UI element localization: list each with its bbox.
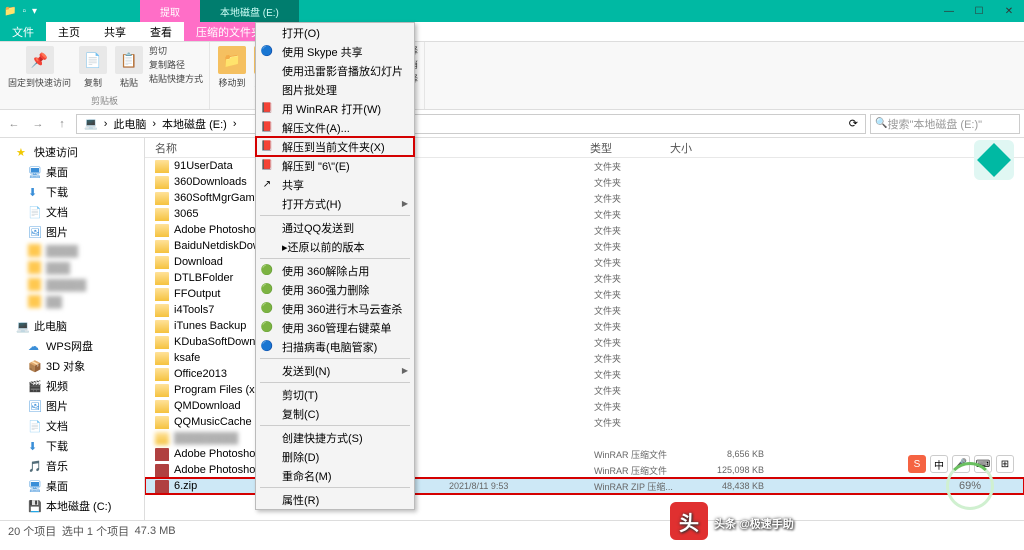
sidebar-documents[interactable]: 📄文档 — [0, 202, 144, 222]
menu-item[interactable]: 图片批处理 — [256, 80, 414, 99]
sidebar-dl2[interactable]: ⬇下载 — [0, 436, 144, 456]
menu-item[interactable]: 🟢使用 360管理右键菜单 — [256, 318, 414, 337]
nav-sidebar: ★快速访问 🖥桌面 ⬇下载 📄文档 🖼图片 ▓▓▓▓ ▓▓▓ ▓▓▓▓▓ ▓▓ … — [0, 138, 145, 520]
menu-item[interactable]: ↗共享 — [256, 175, 414, 194]
search-input[interactable]: 🔍 搜索"本地磁盘 (E:)" — [870, 114, 1020, 134]
sidebar-blurred-2[interactable]: ▓▓▓ — [0, 259, 144, 276]
cut-button[interactable]: 剪切 — [149, 44, 203, 57]
sidebar-pics2[interactable]: 🖼图片 — [0, 396, 144, 416]
sidebar-blurred-1[interactable]: ▓▓▓▓ — [0, 242, 144, 259]
window-title: 本地磁盘 (E:) — [200, 0, 299, 22]
maximize-button[interactable]: ☐ — [964, 0, 994, 22]
sidebar-quick-access[interactable]: ★快速访问 — [0, 142, 144, 162]
copy-button[interactable]: 📄复制 — [77, 44, 109, 91]
menu-item[interactable]: 删除(D) — [256, 447, 414, 466]
back-button[interactable]: ← — [4, 114, 24, 134]
menu-tabs: 文件 主页 共享 查看 压缩的文件夹工具 — [0, 22, 1024, 42]
menu-item[interactable]: 打开(O) — [256, 23, 414, 42]
pastelink-button[interactable]: 粘贴快捷方式 — [149, 72, 203, 85]
breadcrumb[interactable]: 💻 › 此电脑 › 本地磁盘 (E:) › ⟳ — [76, 114, 866, 134]
save-icon[interactable]: ▫ — [22, 6, 26, 17]
sidebar-3d[interactable]: 📦3D 对象 — [0, 356, 144, 376]
pc-icon: 💻 — [81, 117, 101, 130]
ime-s-icon[interactable]: S — [908, 455, 926, 473]
address-bar: ← → ↑ 💻 › 此电脑 › 本地磁盘 (E:) › ⟳ 🔍 搜索"本地磁盘 … — [0, 110, 1024, 138]
tab-file[interactable]: 文件 — [0, 22, 46, 41]
menu-item[interactable]: 📕解压文件(A)... — [256, 118, 414, 137]
watermark: 头头条 @极速手助 — [670, 502, 794, 540]
close-button[interactable]: ✕ — [994, 0, 1024, 22]
copypath-button[interactable]: 复制路径 — [149, 58, 203, 71]
up-button[interactable]: ↑ — [52, 114, 72, 134]
menu-item[interactable]: 创建快捷方式(S) — [256, 428, 414, 447]
minimize-button[interactable]: — — [934, 0, 964, 22]
sidebar-blurred-4[interactable]: ▓▓ — [0, 293, 144, 310]
menu-item[interactable]: 🟢使用 360强力删除 — [256, 280, 414, 299]
status-bar: 20 个项目 选中 1 个项目 47.3 MB — [0, 520, 1024, 540]
menu-item[interactable]: 发送到(N)▶ — [256, 361, 414, 380]
menu-item[interactable]: 剪切(T) — [256, 385, 414, 404]
forward-button[interactable]: → — [28, 114, 48, 134]
menu-item[interactable]: 🔵使用 Skype 共享 — [256, 42, 414, 61]
paste-button[interactable]: 📋粘贴 — [113, 44, 145, 91]
contextual-tab-extract[interactable]: 提取 — [140, 0, 200, 22]
ime-cn-icon[interactable]: 中 — [930, 455, 948, 473]
sidebar-blurred-3[interactable]: ▓▓▓▓▓ — [0, 276, 144, 293]
refresh-button[interactable]: ⟳ — [846, 117, 861, 130]
sidebar-this-pc[interactable]: 💻此电脑 — [0, 316, 144, 336]
sidebar-pictures[interactable]: 🖼图片 — [0, 222, 144, 242]
menu-item[interactable]: 🔵扫描病毒(电脑管家) — [256, 337, 414, 356]
resource-gauge[interactable]: 69% — [946, 462, 994, 510]
sidebar-videos[interactable]: 🎬视频 — [0, 376, 144, 396]
ime-grid-icon[interactable]: ⊞ — [996, 455, 1014, 473]
menu-item[interactable]: 打开方式(H)▶ — [256, 194, 414, 213]
sidebar-wps[interactable]: ☁WPS网盘 — [0, 336, 144, 356]
menu-item[interactable]: ▸还原以前的版本 — [256, 237, 414, 256]
sidebar-desk2[interactable]: 🖥桌面 — [0, 476, 144, 496]
pin-button[interactable]: 📌固定到快速访问 — [6, 44, 73, 91]
menu-item[interactable]: 属性(R) — [256, 490, 414, 509]
folder-icon: 📁 — [4, 6, 16, 17]
moveto-button[interactable]: 📁移动到 — [216, 44, 248, 91]
sidebar-docs2[interactable]: 📄文档 — [0, 416, 144, 436]
menu-item[interactable]: 重命名(M) — [256, 466, 414, 485]
quick-access-toolbar: 📁 ▫ ▾ — [0, 6, 140, 17]
floating-app-icon[interactable] — [974, 140, 1014, 180]
sidebar-downloads[interactable]: ⬇下载 — [0, 182, 144, 202]
sidebar-music[interactable]: 🎵音乐 — [0, 456, 144, 476]
sidebar-desktop[interactable]: 🖥桌面 — [0, 162, 144, 182]
tab-view[interactable]: 查看 — [138, 22, 184, 41]
tab-share[interactable]: 共享 — [92, 22, 138, 41]
menu-item[interactable]: 使用迅雷影音播放幻灯片 — [256, 61, 414, 80]
menu-item[interactable]: 通过QQ发送到 — [256, 218, 414, 237]
menu-item[interactable]: 📕解压到 "6\"(E) — [256, 156, 414, 175]
ribbon: 📌固定到快速访问 📄复制 📋粘贴 剪切 复制路径 粘贴快捷方式 剪贴板 📁移动到… — [0, 42, 1024, 110]
sidebar-disk-c[interactable]: 💾本地磁盘 (C:) — [0, 496, 144, 516]
menu-item[interactable]: 🟢使用 360解除占用 — [256, 261, 414, 280]
qat-divider: ▾ — [32, 6, 37, 17]
title-bar: 📁 ▫ ▾ 提取 本地磁盘 (E:) — ☐ ✕ — [0, 0, 1024, 22]
sidebar-disk-d[interactable]: 💾本地磁盘 (D:) — [0, 516, 144, 520]
menu-item[interactable]: 📕解压到当前文件夹(X) — [256, 137, 414, 156]
menu-item[interactable]: 复制(C) — [256, 404, 414, 423]
menu-item[interactable]: 🟢使用 360进行木马云查杀 — [256, 299, 414, 318]
context-menu: 打开(O)🔵使用 Skype 共享使用迅雷影音播放幻灯片图片批处理📕用 WinR… — [255, 22, 415, 510]
tab-home[interactable]: 主页 — [46, 22, 92, 41]
menu-item[interactable]: 📕用 WinRAR 打开(W) — [256, 99, 414, 118]
